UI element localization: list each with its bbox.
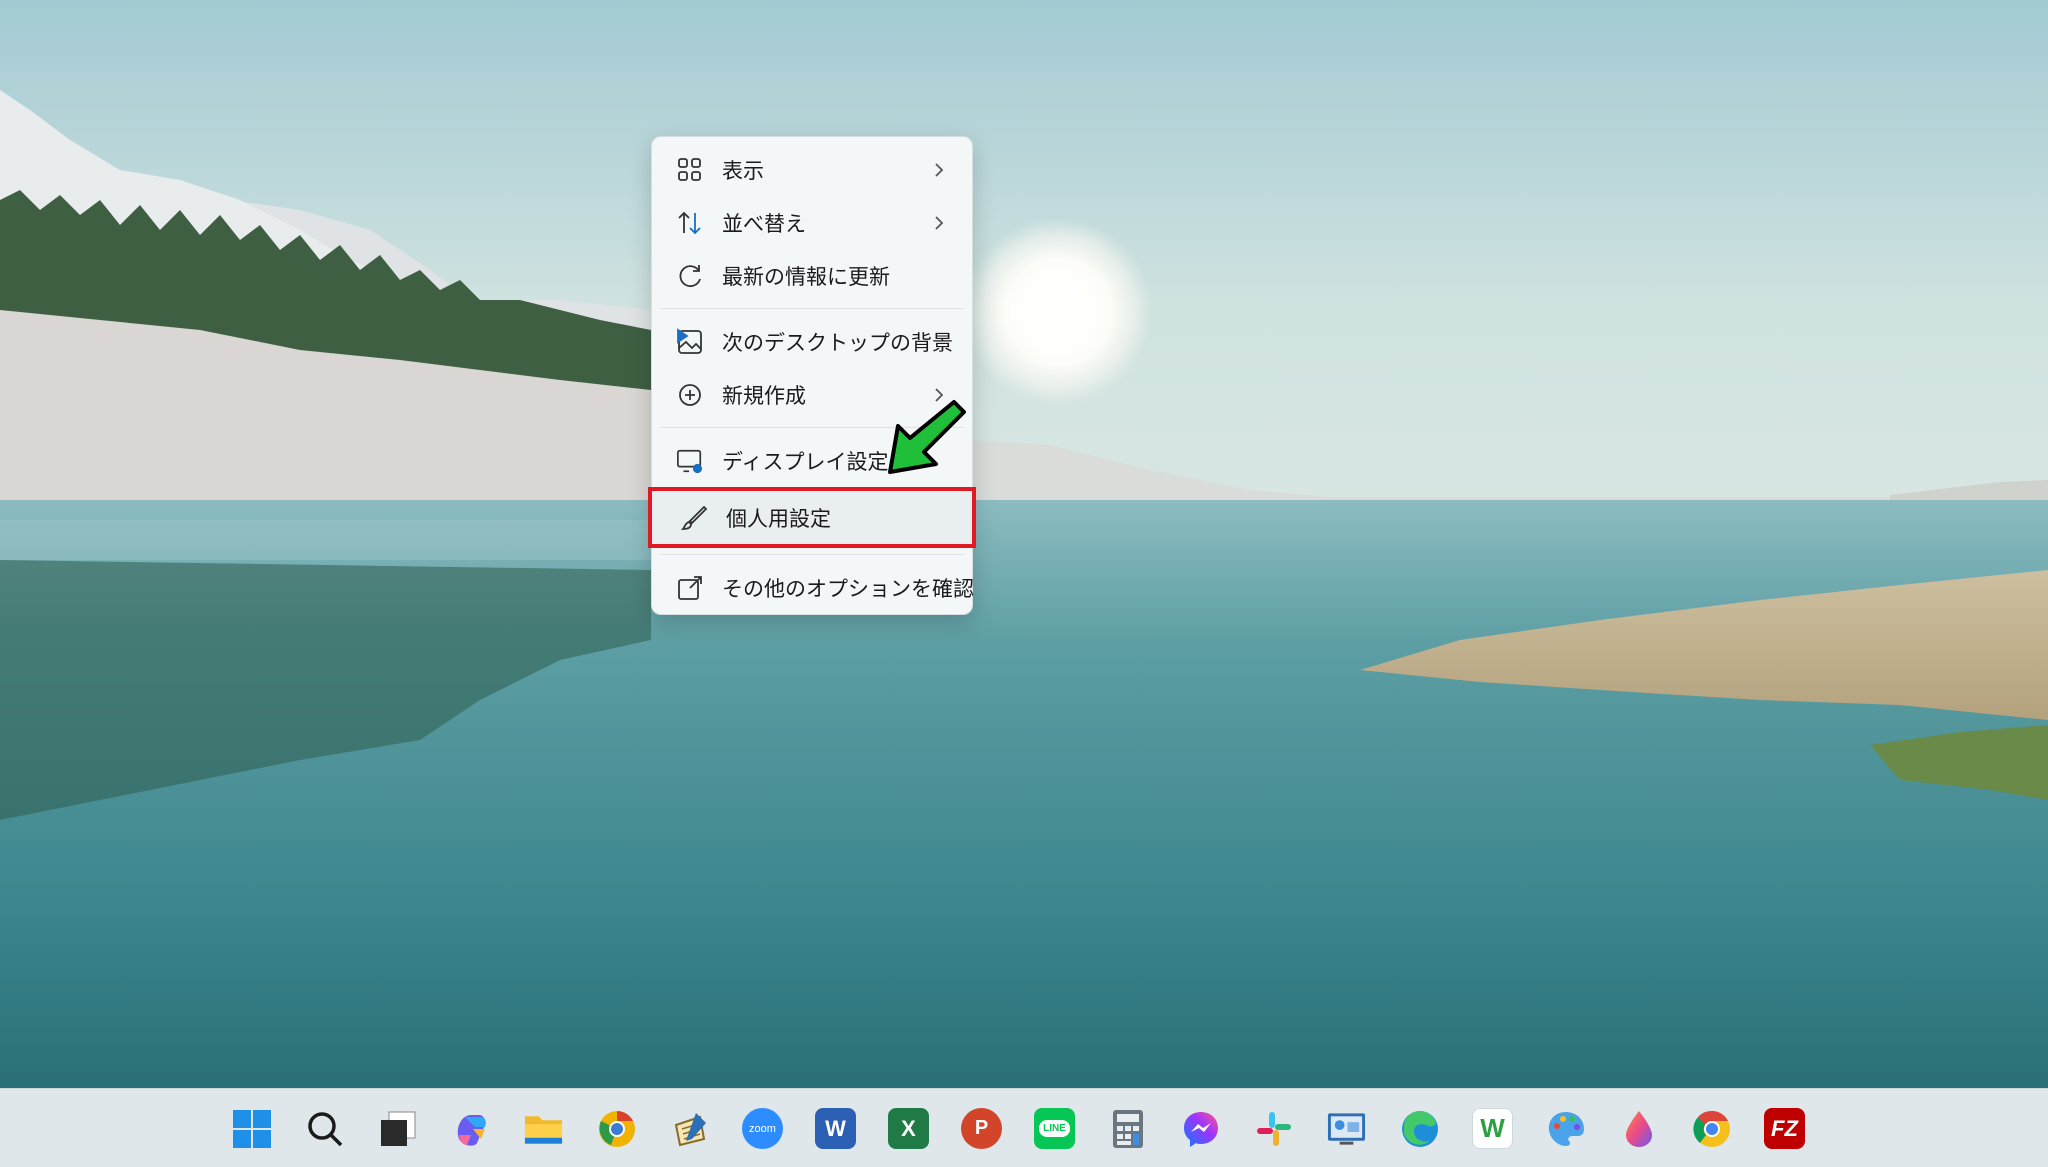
excel-icon-label: X	[901, 1115, 916, 1141]
remote-desktop-icon[interactable]	[1326, 1108, 1367, 1149]
powerpoint-icon-label: P	[974, 1117, 989, 1139]
line-icon-label: LINE	[1039, 1120, 1070, 1137]
w-app-icon-label: W	[1480, 1113, 1505, 1143]
menu-item-label: 表示	[722, 158, 764, 183]
chrome-icon[interactable]	[1691, 1108, 1732, 1149]
refresh-icon	[676, 262, 704, 290]
file-explorer-icon[interactable]	[523, 1108, 564, 1149]
menu-item-more-options[interactable]: その他のオプションを確認	[652, 561, 974, 614]
zoom-icon-label: zoom	[749, 1122, 776, 1135]
line-icon[interactable]: LINE	[1034, 1108, 1075, 1149]
slack-icon[interactable]	[1253, 1108, 1294, 1149]
menu-item-label: 次のデスクトップの背景	[722, 330, 953, 355]
zoom-icon[interactable]: zoom	[742, 1108, 783, 1149]
start-icon[interactable]	[231, 1108, 272, 1149]
desktop-context-menu: 表示 並べ替え 最新の情報に更新 次のデスクトップの背景 新規作成 ディスプレイ…	[648, 136, 976, 615]
menu-item-refresh[interactable]: 最新の情報に更新	[652, 249, 972, 302]
excel-icon[interactable]: X	[888, 1108, 929, 1149]
annotation-arrow-icon	[888, 400, 966, 474]
taskbar-icons: zoom W X P LINE W FZ	[231, 1108, 1805, 1149]
notes-app-icon[interactable]	[669, 1108, 710, 1149]
view-grid-icon	[676, 156, 704, 184]
calculator-icon[interactable]	[1107, 1108, 1148, 1149]
display-settings-icon	[676, 447, 704, 475]
menu-item-sort[interactable]: 並べ替え	[652, 196, 972, 249]
next-background-icon	[676, 327, 704, 356]
menu-item-label: 最新の情報に更新	[722, 264, 890, 289]
word-icon-label: W	[825, 1115, 846, 1141]
menu-item-label: 個人用設定	[726, 506, 831, 531]
menu-separator	[660, 308, 964, 309]
messenger-icon[interactable]	[1180, 1108, 1221, 1149]
menu-item-label: ディスプレイ設定	[722, 449, 889, 474]
filezilla-icon-label: FZ	[1771, 1115, 1798, 1141]
chrome-canary-icon[interactable]	[596, 1108, 637, 1149]
more-options-icon	[676, 574, 704, 602]
menu-item-next-background[interactable]: 次のデスクトップの背景	[652, 315, 972, 368]
new-plus-icon	[676, 381, 704, 409]
brush-icon	[680, 504, 708, 532]
powerpoint-icon[interactable]: P	[961, 1108, 1002, 1149]
search-icon[interactable]	[304, 1108, 345, 1149]
sort-icon	[676, 209, 704, 237]
filezilla-icon[interactable]: FZ	[1764, 1108, 1805, 1149]
menu-item-label: 並べ替え	[722, 211, 806, 236]
edge-icon[interactable]	[1399, 1108, 1440, 1149]
paint-icon[interactable]	[1545, 1108, 1586, 1149]
menu-item-personalize[interactable]: 個人用設定	[648, 487, 976, 548]
w-app-icon[interactable]: W	[1472, 1108, 1513, 1149]
desktop-wallpaper	[0, 0, 2048, 1088]
chevron-right-icon	[932, 213, 946, 233]
task-view-icon[interactable]	[377, 1108, 418, 1149]
taskbar: zoom W X P LINE W FZ	[0, 1088, 2048, 1167]
word-icon[interactable]: W	[815, 1108, 856, 1149]
copilot-icon[interactable]	[450, 1108, 491, 1149]
desktop[interactable]: 表示 並べ替え 最新の情報に更新 次のデスクトップの背景 新規作成 ディスプレイ…	[0, 0, 2048, 1167]
menu-item-view[interactable]: 表示	[652, 143, 972, 196]
menu-separator	[660, 554, 964, 555]
menu-item-label: その他のオプションを確認	[722, 576, 974, 601]
menu-item-label: 新規作成	[722, 383, 806, 408]
drop-app-icon[interactable]	[1618, 1108, 1659, 1149]
chevron-right-icon	[932, 160, 946, 180]
